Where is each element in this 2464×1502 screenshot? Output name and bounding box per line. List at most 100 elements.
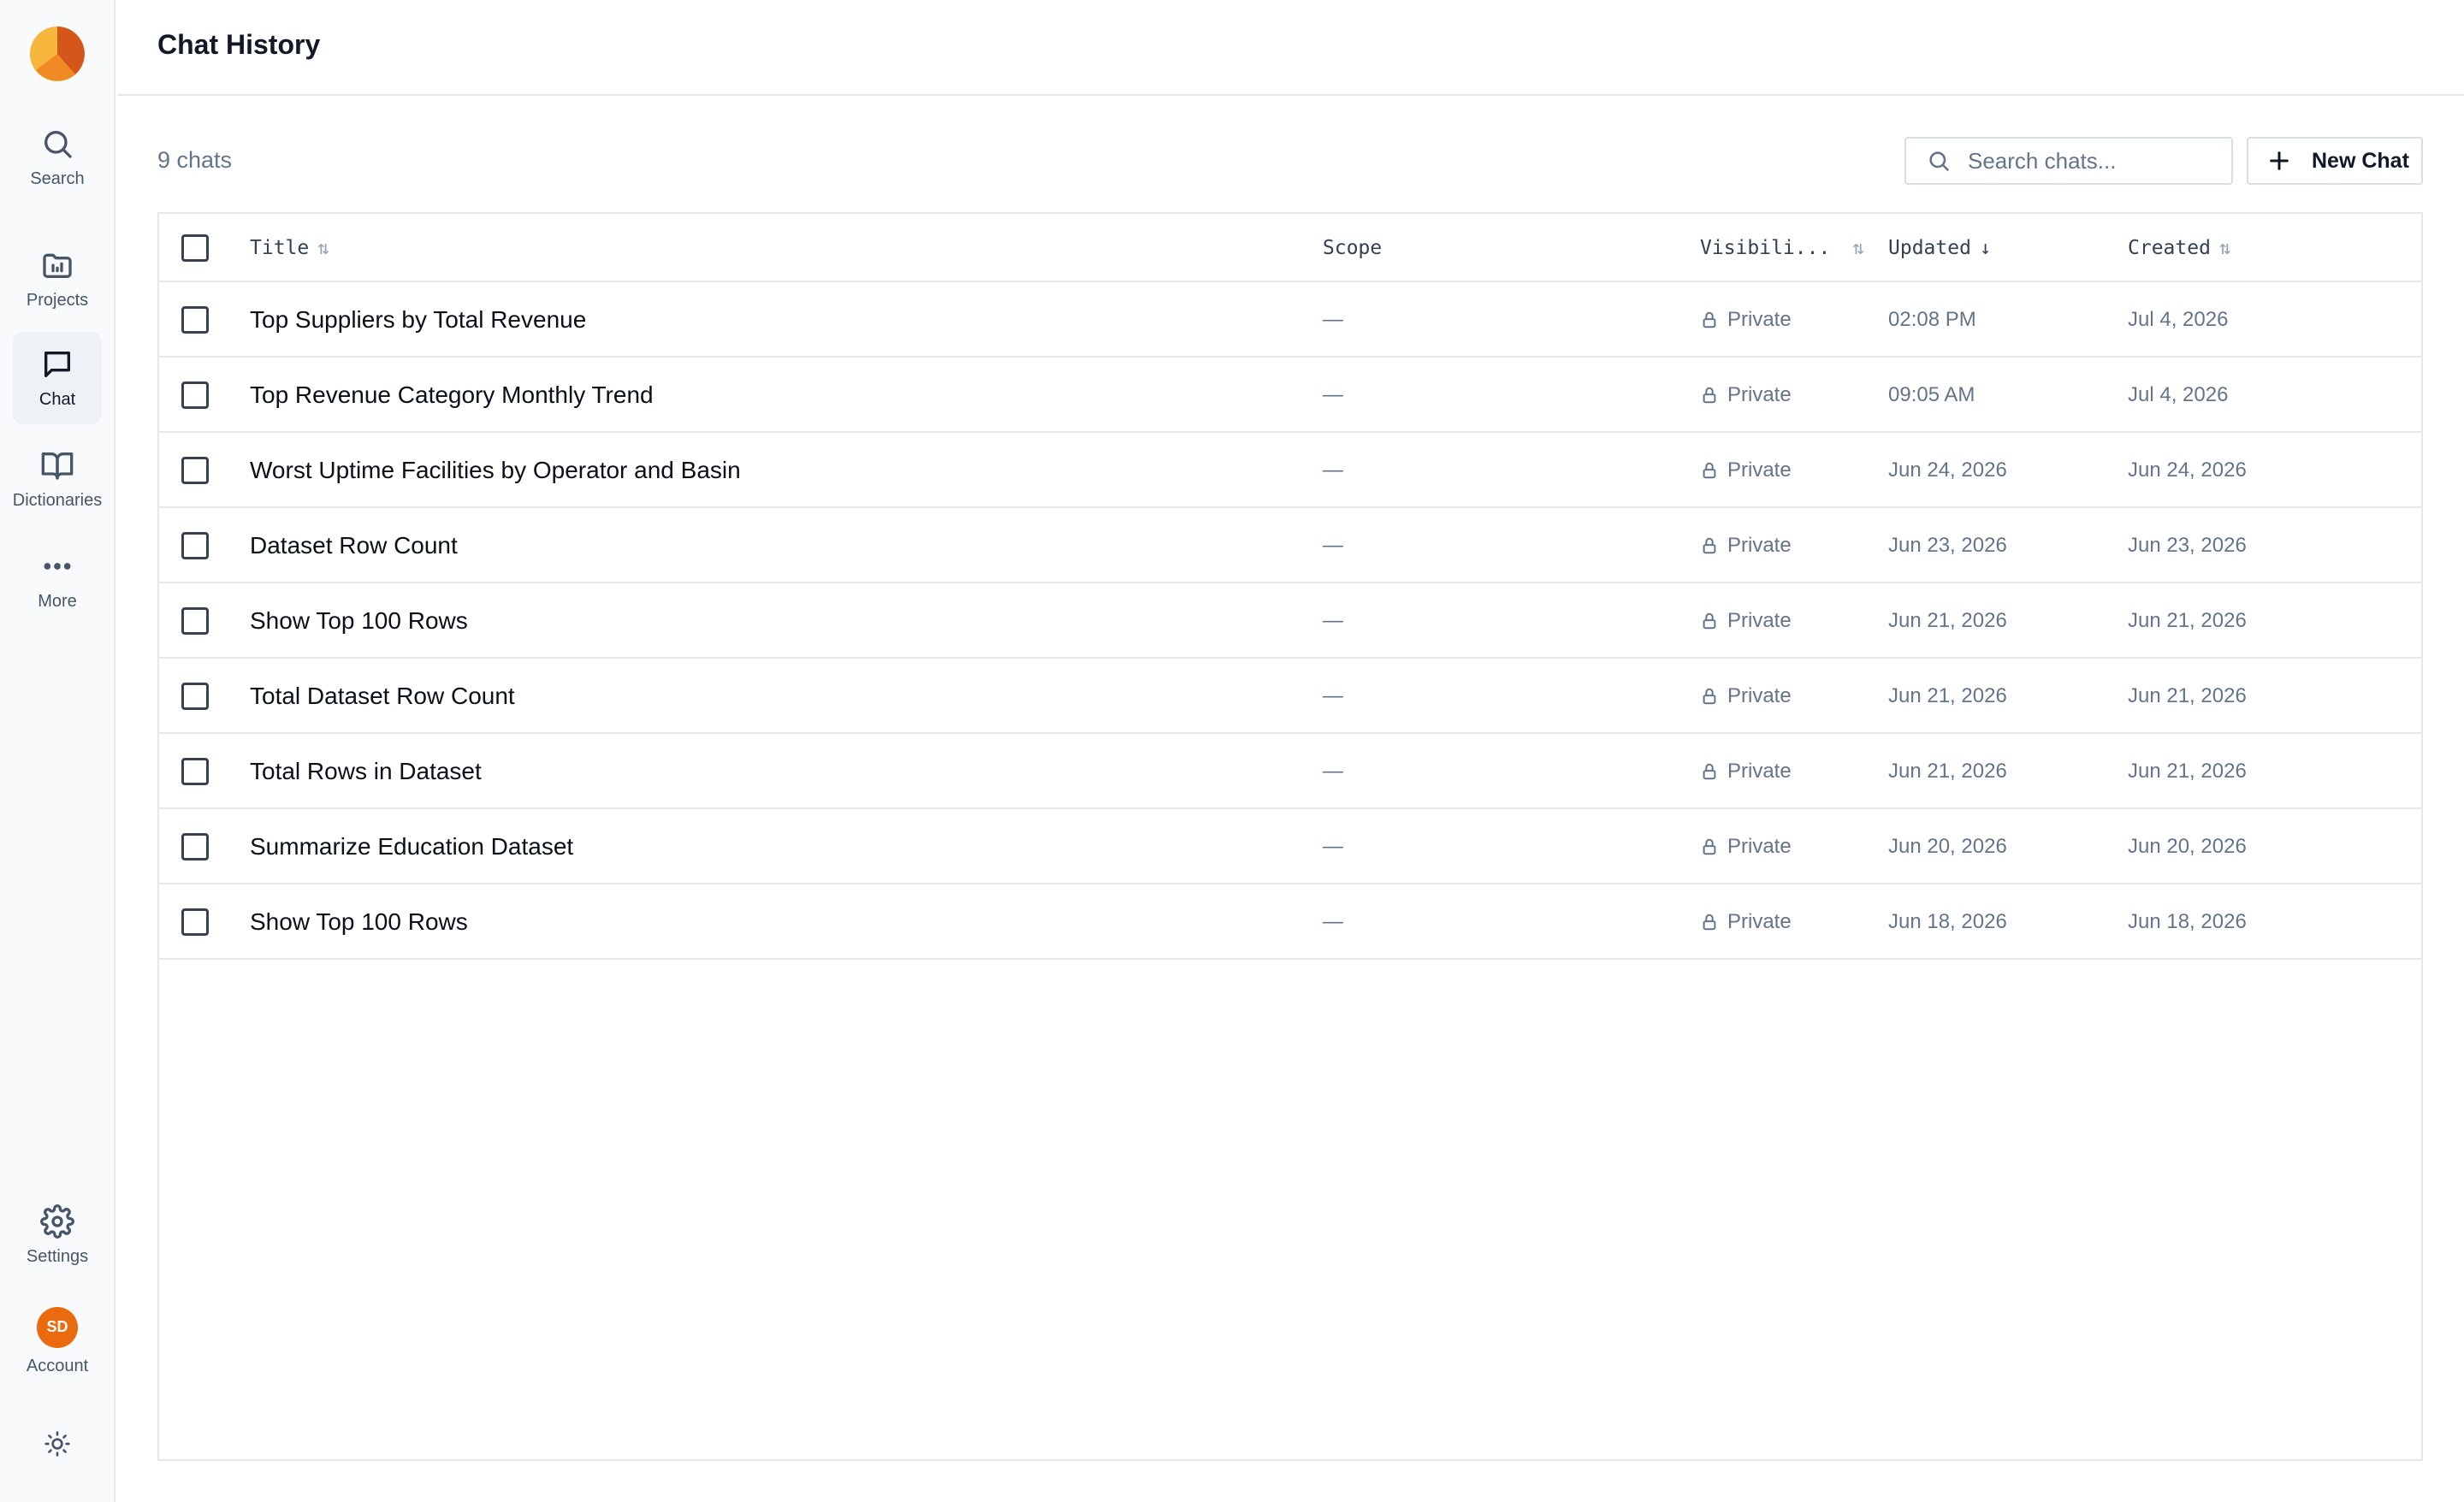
chat-updated: Jun 21, 2026: [1888, 609, 2007, 632]
sidebar-item-projects[interactable]: Projects: [13, 233, 102, 325]
table-row[interactable]: Top Suppliers by Total Revenue — Private 02…: [159, 282, 2421, 358]
table-row[interactable]: Dataset Row Count — Private Jun 23, 2026 Jun…: [159, 508, 2421, 583]
theme-toggle-button[interactable]: [13, 1398, 102, 1490]
chat-updated: Jun 24, 2026: [1888, 458, 2007, 482]
chat-visibility: Private: [1700, 282, 1792, 358]
visibility-label: Private: [1727, 684, 1792, 707]
select-all-checkbox[interactable]: [181, 234, 209, 262]
table-row[interactable]: Summarize Education Dataset — Private Jun 2…: [159, 809, 2421, 884]
table-row[interactable]: Show Top 100 Rows — Private Jun 18, 2026 Jun…: [159, 884, 2421, 960]
sidebar-item-more[interactable]: More: [13, 534, 102, 626]
column-label: Scope: [1323, 237, 1383, 259]
new-chat-button[interactable]: New Chat: [2247, 137, 2423, 185]
sort-icon: ⇅: [1852, 237, 1864, 259]
visibility-label: Private: [1727, 534, 1792, 557]
sidebar: Search Projects Chat Dictionaries More S…: [0, 0, 116, 1502]
chat-created: Jun 23, 2026: [2128, 534, 2247, 557]
row-checkbox[interactable]: [181, 532, 209, 559]
chat-visibility: Private: [1700, 508, 1792, 583]
chat-updated: Jun 21, 2026: [1888, 684, 2007, 707]
row-checkbox[interactable]: [181, 457, 209, 484]
column-header-title[interactable]: Title ⇅: [250, 214, 329, 282]
chat-title[interactable]: Top Suppliers by Total Revenue: [250, 282, 586, 358]
chat-title[interactable]: Top Revenue Category Monthly Trend: [250, 358, 654, 433]
chat-created: Jun 21, 2026: [2128, 684, 2247, 707]
sidebar-item-label: Settings: [26, 1246, 89, 1266]
row-checkbox[interactable]: [181, 833, 209, 860]
column-header-updated[interactable]: Updated ↓: [1888, 214, 1991, 282]
chat-visibility: Private: [1700, 583, 1792, 659]
chat-updated: 02:08 PM: [1888, 308, 1976, 331]
chat-visibility: Private: [1700, 734, 1792, 809]
column-label: Title: [250, 237, 310, 259]
chat-scope: —: [1323, 534, 1343, 557]
sidebar-item-search[interactable]: Search: [13, 111, 102, 204]
gear-icon: [40, 1203, 74, 1239]
sort-icon: ⇅: [317, 237, 329, 259]
search-input[interactable]: [1968, 147, 2224, 174]
chat-title[interactable]: Total Dataset Row Count: [250, 659, 515, 734]
table-row[interactable]: Total Rows in Dataset — Private Jun 21, 202…: [159, 734, 2421, 809]
column-label: Created: [2128, 237, 2211, 259]
chat-icon: [44, 351, 71, 377]
more-icon: [44, 562, 71, 570]
table-row[interactable]: Total Dataset Row Count — Private Jun 21, 2…: [159, 659, 2421, 734]
sidebar-item-settings[interactable]: Settings: [13, 1189, 102, 1281]
table-row[interactable]: Show Top 100 Rows — Private Jun 21, 2026 Jun…: [159, 583, 2421, 659]
column-header-scope: Scope: [1323, 214, 1382, 282]
chat-title[interactable]: Worst Uptime Facilities by Operator and …: [250, 433, 741, 508]
folder-icon: [43, 253, 72, 278]
chat-scope: —: [1323, 458, 1343, 482]
row-checkbox[interactable]: [181, 306, 209, 334]
chat-created: Jun 20, 2026: [2128, 835, 2247, 858]
chat-created: Jun 21, 2026: [2128, 609, 2247, 632]
chat-title[interactable]: Total Rows in Dataset: [250, 734, 482, 809]
lock-icon: [1703, 537, 1716, 554]
chat-created: Jun 18, 2026: [2128, 910, 2247, 933]
sort-icon: ⇅: [2218, 237, 2231, 259]
chat-updated: Jun 18, 2026: [1888, 910, 2007, 933]
search-icon: [44, 130, 72, 158]
column-label: Updated: [1888, 237, 1971, 259]
visibility-label: Private: [1727, 760, 1792, 783]
chat-scope: —: [1323, 308, 1343, 331]
row-checkbox[interactable]: [181, 607, 209, 635]
chat-created: Jul 4, 2026: [2128, 308, 2229, 331]
sidebar-item-label: Chat: [38, 389, 76, 409]
lock-icon: [1703, 763, 1716, 780]
chat-scope: —: [1323, 760, 1343, 783]
chat-title[interactable]: Dataset Row Count: [250, 508, 458, 583]
avatar: SD: [37, 1306, 78, 1348]
column-header-created[interactable]: Created ⇅: [2128, 214, 2230, 282]
lock-icon: [1703, 462, 1716, 479]
sidebar-item-account[interactable]: SD Account: [13, 1295, 102, 1387]
row-checkbox[interactable]: [181, 758, 209, 785]
chat-updated: 09:05 AM: [1888, 383, 1975, 406]
table-row[interactable]: Worst Uptime Facilities by Operator and …: [159, 433, 2421, 508]
chat-updated: Jun 21, 2026: [1888, 760, 2007, 783]
chat-title[interactable]: Summarize Education Dataset: [250, 809, 573, 884]
column-header-visibility[interactable]: Visibili... ⇅: [1700, 214, 1864, 282]
row-checkbox[interactable]: [181, 381, 209, 409]
chats-table: Title ⇅ Scope Visibili... ⇅ Updated ↓ Cr…: [157, 212, 2423, 1461]
sidebar-item-dictionaries[interactable]: Dictionaries: [13, 433, 102, 525]
lock-icon: [1703, 838, 1716, 855]
search-box[interactable]: [1904, 137, 2233, 185]
lock-icon: [1703, 612, 1716, 630]
sidebar-item-label: Projects: [26, 290, 89, 310]
row-checkbox[interactable]: [181, 908, 209, 936]
table-row[interactable]: Top Revenue Category Monthly Trend — Priva…: [159, 358, 2421, 433]
chat-visibility: Private: [1700, 433, 1792, 508]
row-checkbox[interactable]: [181, 683, 209, 710]
page-header: Chat History: [117, 0, 2464, 96]
sort-desc-icon: ↓: [1979, 237, 1992, 259]
chat-created: Jul 4, 2026: [2128, 383, 2229, 406]
chat-title[interactable]: Show Top 100 Rows: [250, 583, 468, 659]
chat-title[interactable]: Show Top 100 Rows: [250, 884, 468, 960]
chat-scope: —: [1323, 684, 1343, 707]
column-label: Visibili...: [1700, 237, 1831, 259]
app-logo[interactable]: [29, 26, 86, 82]
chat-visibility: Private: [1700, 659, 1792, 734]
sidebar-item-label: Account: [26, 1356, 89, 1375]
sidebar-item-chat[interactable]: Chat: [13, 332, 102, 424]
